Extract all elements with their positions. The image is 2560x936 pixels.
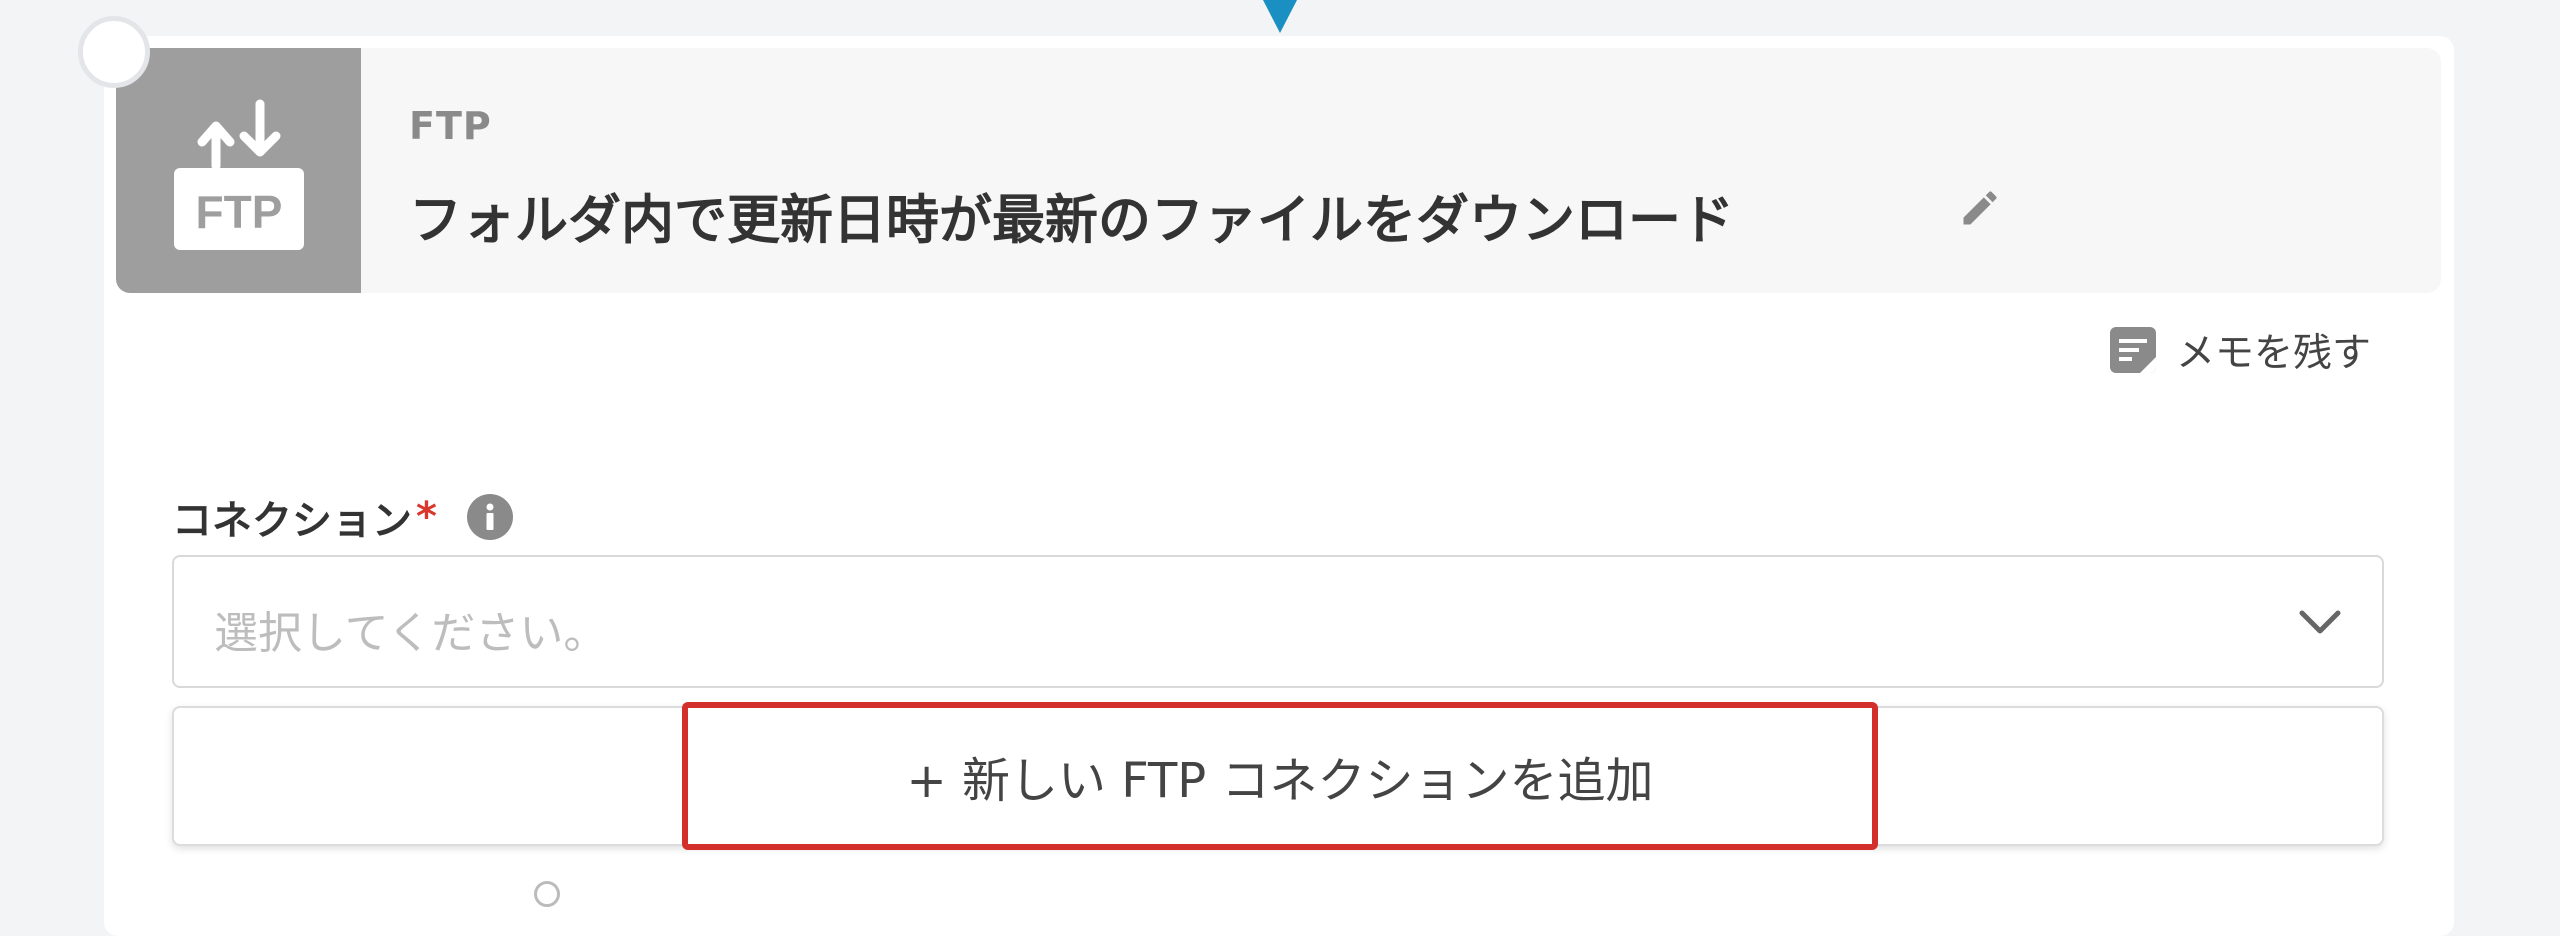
required-mark: * — [416, 494, 437, 540]
connection-label: コネクション — [172, 498, 412, 544]
connection-field-label: コネクション * — [172, 488, 513, 546]
add-connection-label: + 新しい FTP コネクションを追加 — [906, 753, 1654, 809]
add-connection-button[interactable]: + 新しい FTP コネクションを追加 — [682, 702, 1878, 850]
ftp-upload-download-icon: FTP — [174, 99, 304, 250]
app-icon-tile: FTP — [116, 48, 361, 293]
step-title: フォルダ内で更新日時が最新のファイルをダウンロード — [409, 190, 1734, 251]
info-icon[interactable] — [466, 494, 513, 540]
connection-select[interactable]: 選択してください。 — [172, 555, 2384, 688]
memo-label: メモを残す — [2176, 331, 2372, 376]
chevron-down-icon — [2299, 610, 2341, 634]
select-placeholder: 選択してください。 — [214, 608, 608, 659]
svg-text:FTP: FTP — [196, 186, 283, 238]
app-name: FTP — [409, 104, 492, 148]
step-header: FTP FTP フォルダ内で更新日時が最新のファイルをダウンロード — [116, 48, 2441, 293]
partial-info-icon — [534, 881, 560, 907]
note-icon — [2110, 327, 2156, 373]
step-node-handle[interactable] — [78, 16, 150, 88]
pencil-icon[interactable] — [1958, 186, 2002, 230]
memo-button[interactable]: メモを残す — [2110, 322, 2371, 378]
flow-connector-arrow — [1263, 0, 1297, 33]
